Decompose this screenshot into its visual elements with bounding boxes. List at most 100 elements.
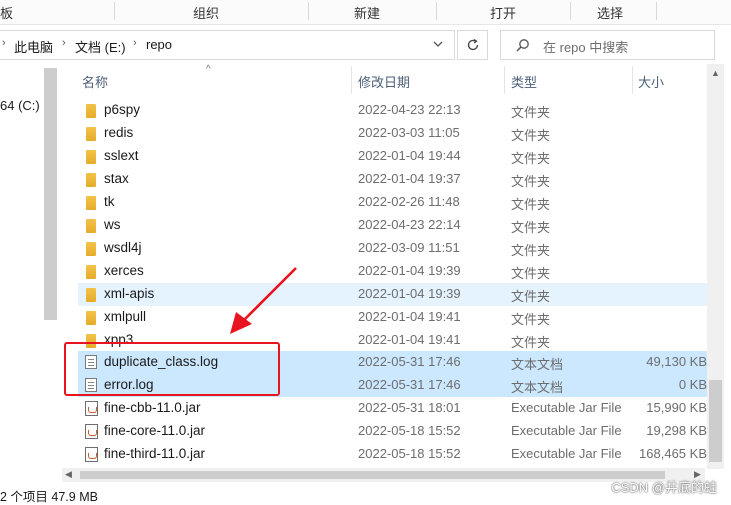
column-divider[interactable] — [632, 66, 633, 94]
folder-icon — [86, 265, 96, 279]
file-date: 2022-04-23 22:14 — [358, 217, 461, 232]
jar-file-icon — [85, 401, 98, 416]
file-type: 文件夹 — [511, 174, 551, 189]
file-date: 2022-01-04 19:39 — [358, 286, 461, 301]
file-type: 文本文档 — [511, 357, 564, 372]
file-row[interactable]: fine-third-11.0.jar 2022-05-18 15:52 Exe… — [78, 443, 707, 466]
file-date: 2022-02-26 11:48 — [358, 194, 460, 209]
file-row[interactable]: fine-cbb-11.0.jar 2022-05-31 18:01 Execu… — [78, 397, 707, 420]
ribbon-separator — [570, 2, 571, 20]
nav-item-drive-c[interactable]: 64 (C:) — [0, 98, 40, 113]
column-header-type[interactable]: 类型 — [511, 72, 537, 91]
jar-file-icon — [85, 447, 98, 462]
file-type: Executable Jar File — [511, 400, 622, 415]
scroll-left-arrow-icon[interactable]: ◀ — [65, 469, 72, 480]
file-size: 168,465 KB — [639, 446, 707, 461]
file-type: 文件夹 — [511, 128, 551, 143]
file-name: xerces — [104, 263, 144, 278]
breadcrumb-repo[interactable]: repo — [146, 37, 172, 52]
column-divider[interactable] — [504, 66, 505, 94]
file-name: p6spy — [104, 102, 141, 117]
file-date: 2022-01-04 19:39 — [358, 263, 461, 278]
file-date: 2022-05-18 15:52 — [358, 446, 461, 461]
file-date: 2022-05-31 18:01 — [358, 400, 461, 415]
file-row[interactable]: tk 2022-02-26 11:48 文件夹 — [78, 191, 707, 214]
chevron-right-icon[interactable]: › — [62, 37, 66, 49]
file-size: 0 KB — [678, 377, 707, 392]
ribbon-group-organize: 组织 — [193, 6, 220, 21]
file-date: 2022-01-04 19:37 — [358, 171, 461, 186]
file-row[interactable]: ws 2022-04-23 22:14 文件夹 — [78, 214, 707, 237]
file-type: 文件夹 — [511, 243, 551, 258]
file-row[interactable]: p6spy 2022-04-23 22:13 文件夹 — [78, 99, 707, 122]
file-type: 文件夹 — [511, 151, 551, 166]
search-input[interactable]: 在 repo 中搜索 — [543, 37, 628, 56]
scroll-up-arrow-icon[interactable]: ▲ — [711, 68, 720, 78]
search-box[interactable]: 在 repo 中搜索 — [500, 30, 715, 60]
folder-icon — [86, 150, 96, 164]
file-type: 文件夹 — [511, 312, 551, 327]
horizontal-scrollbar-thumb[interactable] — [80, 471, 665, 479]
breadcrumb-drive-e[interactable]: 文档 (E:) — [75, 37, 126, 56]
file-date: 2022-05-31 17:46 — [358, 354, 461, 369]
ribbon-separator — [308, 2, 309, 20]
file-type: Executable Jar File — [511, 423, 622, 438]
ribbon-group-clipboard: 板 — [0, 6, 14, 21]
nav-scrollbar-thumb[interactable] — [44, 68, 57, 320]
file-row[interactable]: sslext 2022-01-04 19:44 文件夹 — [78, 145, 707, 168]
file-type: 文本文档 — [511, 380, 564, 395]
chevron-right-icon[interactable]: › — [133, 37, 137, 49]
file-row[interactable]: xml-apis 2022-01-04 19:39 文件夹 — [78, 283, 707, 306]
search-icon — [516, 39, 529, 52]
column-header-size[interactable]: 大小 — [638, 72, 664, 91]
address-history-dropdown[interactable] — [432, 38, 444, 53]
file-type: 文件夹 — [511, 220, 551, 235]
sort-ascending-icon: ^ — [206, 64, 211, 75]
file-type: Executable Jar File — [511, 446, 622, 461]
file-name: tk — [104, 194, 115, 209]
file-row[interactable]: stax 2022-01-04 19:37 文件夹 — [78, 168, 707, 191]
ribbon-group-select: 选择 — [597, 6, 624, 21]
file-row[interactable]: fine-core-11.0.jar 2022-05-18 15:52 Exec… — [78, 420, 707, 443]
file-date: 2022-03-09 11:51 — [358, 240, 460, 255]
file-size: 49,130 KB — [646, 354, 707, 369]
file-type: 文件夹 — [511, 197, 551, 212]
annotation-highlight-box — [64, 342, 280, 396]
annotation-arrow-icon — [230, 267, 297, 334]
ribbon-separator — [436, 2, 437, 20]
column-header-name[interactable]: 名称 — [82, 72, 108, 91]
chevron-right-icon: › — [2, 37, 6, 49]
file-row[interactable]: xmlpull 2022-01-04 19:41 文件夹 — [78, 306, 707, 329]
file-date: 2022-01-04 19:44 — [358, 148, 461, 163]
ribbon-separator — [114, 2, 115, 20]
column-header-date[interactable]: 修改日期 — [358, 72, 410, 91]
address-bar[interactable]: › 此电脑 › 文档 (E:) › repo — [0, 30, 455, 60]
chevron-down-icon — [433, 41, 443, 47]
file-row[interactable]: xerces 2022-01-04 19:39 文件夹 — [78, 260, 707, 283]
file-row[interactable]: redis 2022-03-03 11:05 文件夹 — [78, 122, 707, 145]
column-divider[interactable] — [351, 66, 352, 94]
file-date: 2022-01-04 19:41 — [358, 332, 461, 347]
ribbon-separator — [656, 2, 657, 20]
status-bar-selection: 2 个项目 47.9 MB — [0, 490, 98, 504]
folder-icon — [86, 196, 96, 210]
folder-icon — [86, 173, 96, 187]
file-size: 19,298 KB — [646, 423, 707, 438]
file-date: 2022-05-31 17:46 — [358, 377, 461, 392]
refresh-button[interactable] — [457, 30, 488, 60]
breadcrumb-this-pc[interactable]: 此电脑 — [14, 37, 53, 56]
folder-icon — [86, 219, 96, 233]
ribbon-group-labels: 板 组织 新建 打开 选择 — [0, 0, 731, 25]
file-name: redis — [104, 125, 134, 140]
vertical-scrollbar-thumb[interactable] — [709, 380, 722, 462]
jar-file-icon — [85, 424, 98, 439]
file-date: 2022-01-04 19:41 — [358, 309, 461, 324]
file-name: fine-core-11.0.jar — [104, 423, 206, 438]
folder-icon — [86, 311, 96, 325]
file-date: 2022-03-03 11:05 — [358, 125, 460, 140]
file-row[interactable]: wsdl4j 2022-03-09 11:51 文件夹 — [78, 237, 707, 260]
file-name: wsdl4j — [104, 240, 142, 255]
file-date: 2022-04-23 22:13 — [358, 102, 461, 117]
watermark: CSDN @井底的蛙 — [611, 480, 717, 495]
file-name: fine-third-11.0.jar — [104, 446, 206, 461]
